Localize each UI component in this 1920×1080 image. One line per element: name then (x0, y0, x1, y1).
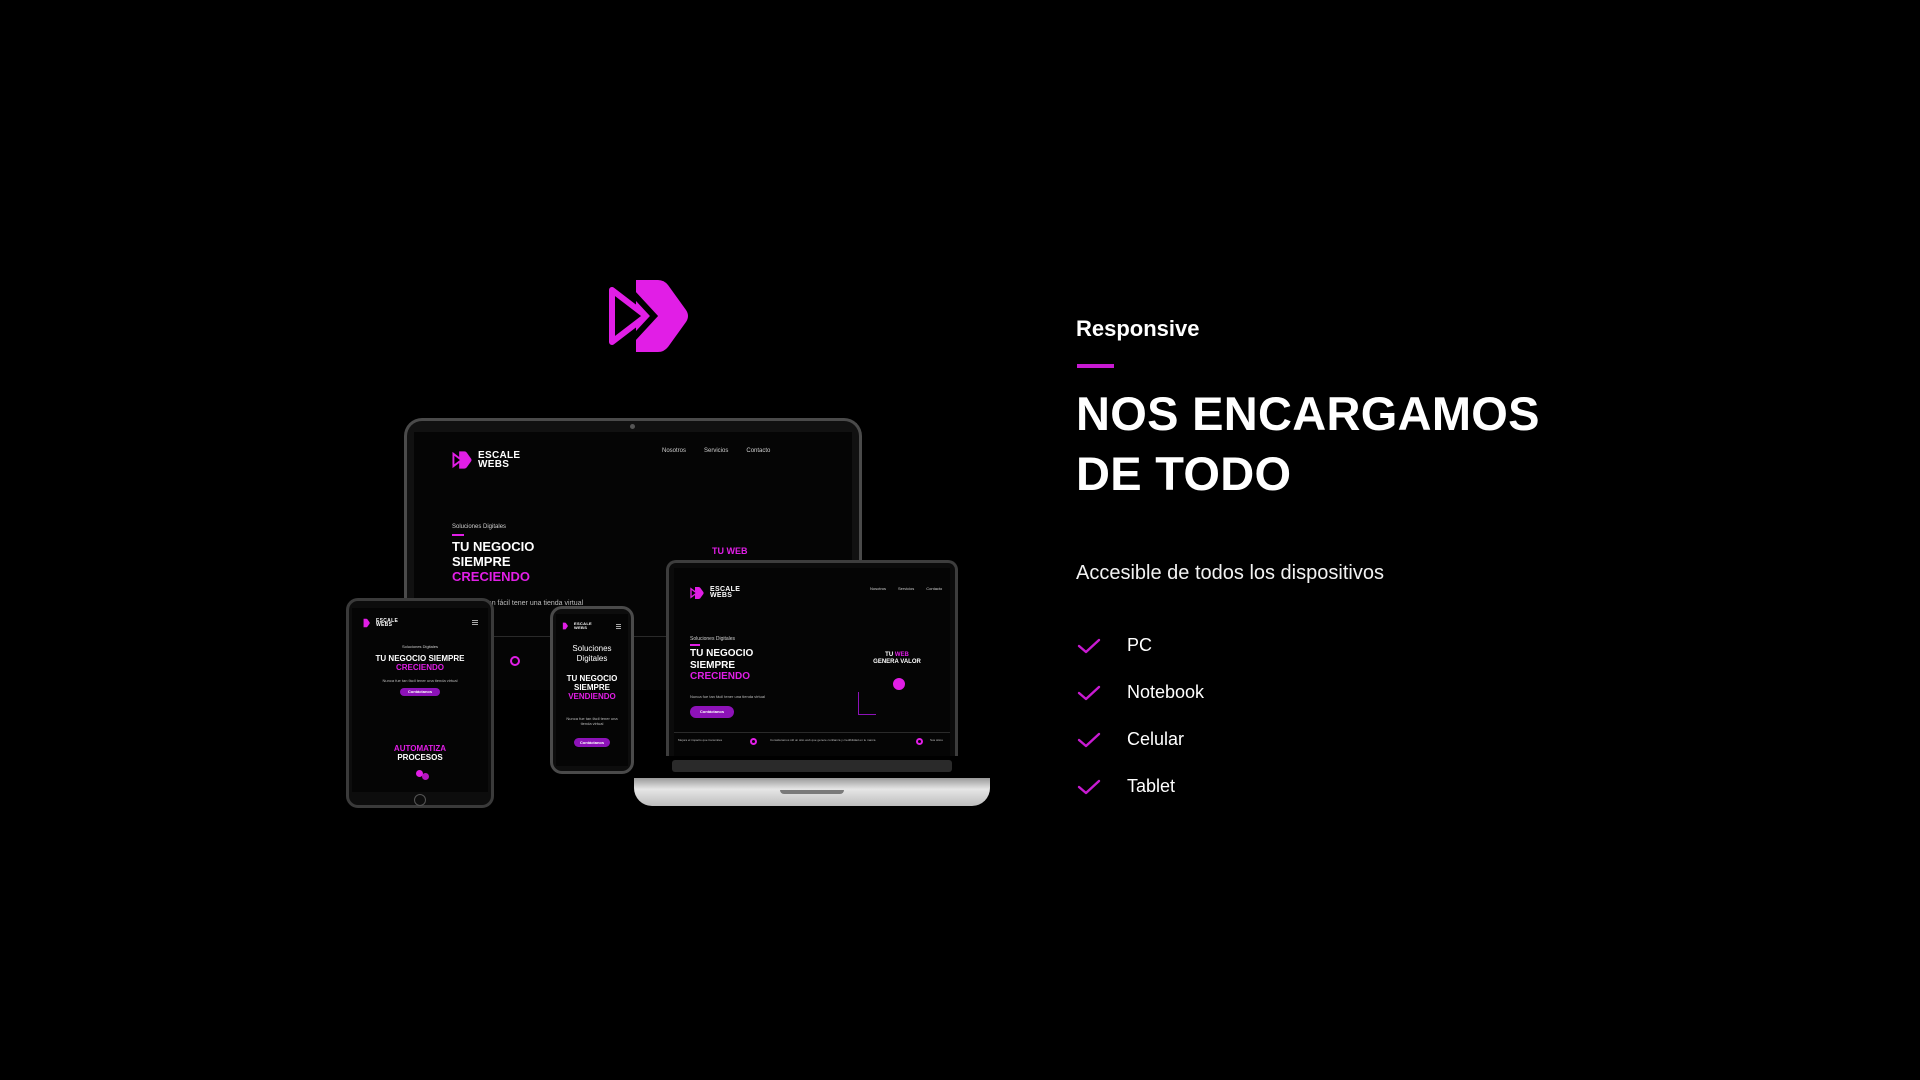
tablet-cta-button[interactable]: Contáctanos (400, 688, 440, 696)
laptop-footer-item: Consideramos útil un sitio web que gener… (770, 738, 876, 742)
feature-label: Notebook (1127, 682, 1205, 702)
brand-name: ESCALE WEBS (710, 585, 741, 599)
brand-logo-icon (452, 451, 472, 469)
laptop-screen: ESCALE WEBS Nosotros Servicios Contacto S… (674, 568, 950, 756)
feature-label: Celular (1127, 729, 1185, 749)
phone-subtext: Nunca fue tan fácil tener una tienda vir… (566, 716, 618, 726)
monitor-brand: ESCALE WEBS (452, 450, 520, 470)
brand-logo-icon (690, 587, 704, 599)
check-icon (1077, 685, 1101, 700)
tablet-promo: AUTOMATIZA PROCESOS (393, 744, 447, 763)
brand-name: ESCALE WEBS (376, 617, 399, 628)
section-subtitle: Accesible de todos los dispositivos (1076, 562, 1384, 584)
section-headline: NOS ENCARGAMOS DE TODO (1076, 387, 1540, 500)
laptop-brand: ESCALE WEBS (690, 586, 740, 600)
tablet-kicker: Soluciones Digitales (401, 644, 439, 649)
feature-item-celular: Celular (1076, 716, 1204, 763)
laptop-accent-bar (690, 644, 700, 646)
brand-logo-icon (609, 280, 688, 352)
laptop-footer-item: Sus sitios (930, 738, 943, 742)
brand-name: ESCALE WEBS (574, 621, 593, 630)
laptop-footer-item: Mejora el impacto que transmites (678, 738, 723, 742)
laptop-divider (674, 732, 950, 733)
tablet-headline: TU NEGOCIO SIEMPRE CRECIENDO (375, 654, 465, 673)
phone-screen: ESCALE WEBS Soluciones Digitales TU NEGOC… (556, 614, 628, 766)
monitor-nav[interactable]: Nosotros Servicios Contacto (662, 448, 770, 454)
laptop-headline: TU NEGOCIO SIEMPRE CRECIENDO (690, 648, 754, 682)
brand-logo-icon (363, 618, 370, 628)
laptop-nav[interactable]: Nosotros Servicios Contacto (870, 586, 942, 591)
brand-logo-icon (562, 622, 568, 630)
brand-name: ESCALE WEBS (478, 450, 521, 470)
feature-label: PC (1127, 635, 1153, 655)
globe-icon (510, 656, 520, 666)
feature-item-tablet: Tablet (1076, 763, 1204, 810)
monitor-side-title: TU WEB (712, 546, 748, 556)
feature-item-notebook: Notebook (1076, 669, 1204, 716)
feature-label: Tablet (1127, 776, 1176, 796)
nav-item[interactable]: Contacto (746, 448, 770, 454)
monitor-headline: TU NEGOCIO SIEMPRE CRECIENDO (452, 539, 535, 584)
monitor-kicker: Soluciones Digitales (452, 524, 507, 530)
tablet-brand: ESCALE WEBS (360, 618, 398, 628)
check-icon (1077, 732, 1101, 747)
nav-item[interactable]: Nosotros (662, 448, 686, 454)
decor-line (858, 714, 876, 715)
phone-cta-button[interactable]: Contáctanos (574, 738, 610, 747)
laptop-notch (780, 790, 844, 794)
decor-line (858, 692, 859, 714)
nav-item[interactable]: Nosotros (870, 586, 886, 591)
menu-icon[interactable] (616, 624, 621, 625)
globe-icon (916, 738, 923, 745)
menu-icon[interactable] (472, 620, 478, 621)
phone-brand: ESCALE WEBS (560, 622, 592, 630)
globe-icon (750, 738, 757, 745)
monitor-camera (630, 424, 635, 429)
monitor-accent-bar (452, 534, 464, 536)
section-kicker: Responsive (1076, 316, 1200, 341)
nav-item[interactable]: Servicios (704, 448, 728, 454)
laptop-keyboard (672, 760, 952, 772)
tablet-subtext: Nunca fue tan fácil tener una tienda vir… (382, 678, 458, 683)
tablet-home-button (414, 794, 426, 806)
dots-icon (416, 770, 423, 777)
laptop-side-title: TU WEB GENERA VALOR (873, 652, 921, 665)
laptop-kicker: Soluciones Digitales (690, 636, 736, 642)
phone-headline: TU NEGOCIO SIEMPRE VENDIENDO (566, 674, 618, 702)
feature-list: PC Notebook Celular Tablet (1076, 622, 1204, 810)
check-icon (1077, 638, 1101, 653)
laptop-cta-button[interactable]: Contáctanos (690, 706, 734, 718)
tablet-screen: ESCALE WEBS Soluciones Digitales TU NEGOC… (352, 608, 488, 792)
nav-item[interactable]: Contacto (926, 586, 942, 591)
globe-icon (893, 678, 905, 690)
kicker-accent-bar (1077, 364, 1114, 368)
nav-item[interactable]: Servicios (898, 586, 914, 591)
laptop-subtext: Nunca fue tan fácil tener una tienda vir… (690, 694, 765, 699)
feature-item-pc: PC (1076, 622, 1204, 669)
check-icon (1077, 779, 1101, 794)
phone-kicker: Soluciones Digitales (572, 644, 612, 664)
